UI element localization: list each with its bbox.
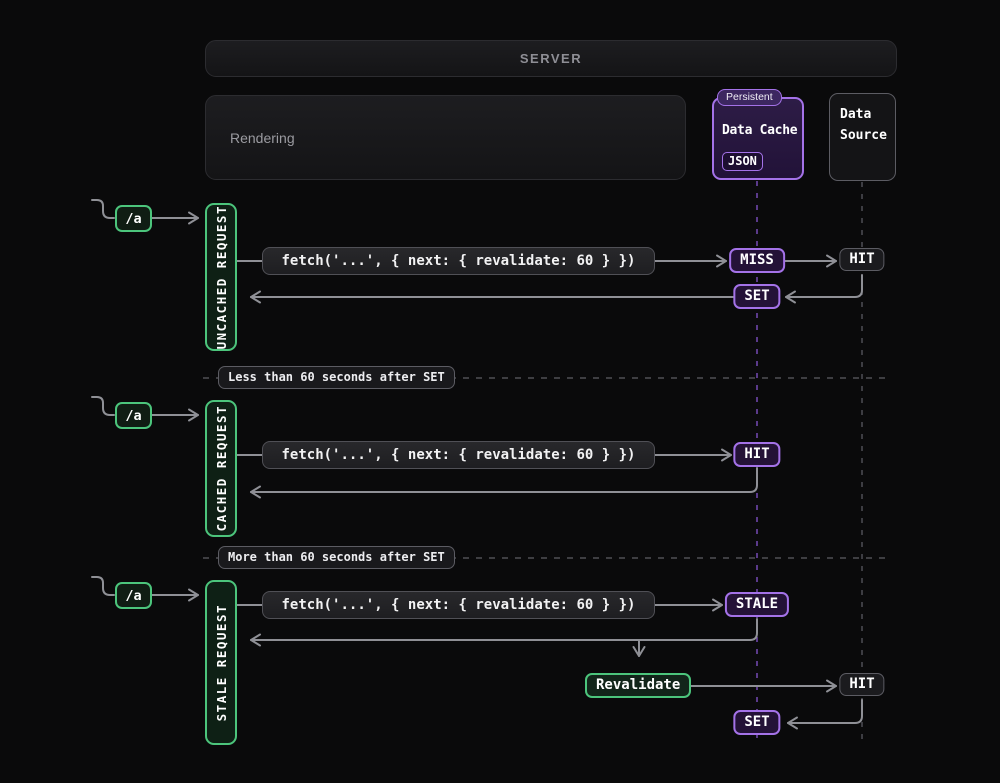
- route-badge-1: /a: [115, 205, 152, 232]
- route-badge-3: /a: [115, 582, 152, 609]
- revalidate-badge: Revalidate: [585, 673, 691, 698]
- data-source-title: Data Source: [840, 107, 887, 143]
- fetch-call-text-1: fetch('...', { next: { revalidate: 60 } …: [281, 253, 635, 269]
- data-cache-title: Data Cache: [722, 123, 802, 138]
- hit-badge-cache-2: HIT: [733, 442, 780, 467]
- persistent-badge: Persistent: [717, 89, 782, 106]
- server-label: SERVER: [520, 51, 582, 66]
- data-cache-box: Persistent Data Cache JSON: [712, 97, 804, 180]
- request-box-cached: CACHED REQUEST: [205, 400, 237, 537]
- request-box-uncached: UNCACHED REQUEST: [205, 203, 237, 351]
- request-label-stale: STALE REQUEST: [214, 604, 229, 721]
- separator-label-2: More than 60 seconds after SET: [218, 546, 455, 569]
- fetch-call-box-2: fetch('...', { next: { revalidate: 60 } …: [262, 441, 655, 469]
- stale-badge: STALE: [725, 592, 789, 617]
- rendering-label: Rendering: [230, 130, 295, 146]
- request-box-stale: STALE REQUEST: [205, 580, 237, 745]
- server-header: SERVER: [205, 40, 897, 77]
- hit-to-set-elbow-3: [788, 700, 862, 723]
- separator-label-1: Less than 60 seconds after SET: [218, 366, 455, 389]
- data-cache-diagram: SERVER Rendering Persistent Data Cache J…: [0, 0, 1000, 783]
- hit-badge-source-3: HIT: [839, 673, 884, 696]
- route-badge-2: /a: [115, 402, 152, 429]
- fetch-call-text-2: fetch('...', { next: { revalidate: 60 } …: [281, 447, 635, 463]
- route-label-2: /a: [125, 408, 141, 424]
- json-tag: JSON: [722, 152, 763, 171]
- route-label-3: /a: [125, 588, 141, 604]
- route-elbow-2: [92, 397, 114, 415]
- route-elbow-3: [92, 577, 114, 595]
- set-badge-3: SET: [733, 710, 780, 735]
- rendering-box: Rendering: [205, 95, 686, 180]
- request-label-uncached: UNCACHED REQUEST: [214, 205, 229, 349]
- miss-badge: MISS: [729, 248, 785, 273]
- hit-return-elbow-2: [251, 468, 757, 492]
- set-badge-1: SET: [733, 284, 780, 309]
- fetch-call-box-3: fetch('...', { next: { revalidate: 60 } …: [262, 591, 655, 619]
- route-elbow-1: [92, 200, 114, 218]
- hit-badge-source-1: HIT: [839, 248, 884, 271]
- hit-to-set-elbow-1: [786, 275, 862, 297]
- route-label-1: /a: [125, 211, 141, 227]
- fetch-call-text-3: fetch('...', { next: { revalidate: 60 } …: [281, 597, 635, 613]
- fetch-call-box-1: fetch('...', { next: { revalidate: 60 } …: [262, 247, 655, 275]
- request-label-cached: CACHED REQUEST: [214, 405, 229, 531]
- data-source-box: Data Source: [829, 93, 896, 181]
- stale-return-elbow: [251, 619, 757, 640]
